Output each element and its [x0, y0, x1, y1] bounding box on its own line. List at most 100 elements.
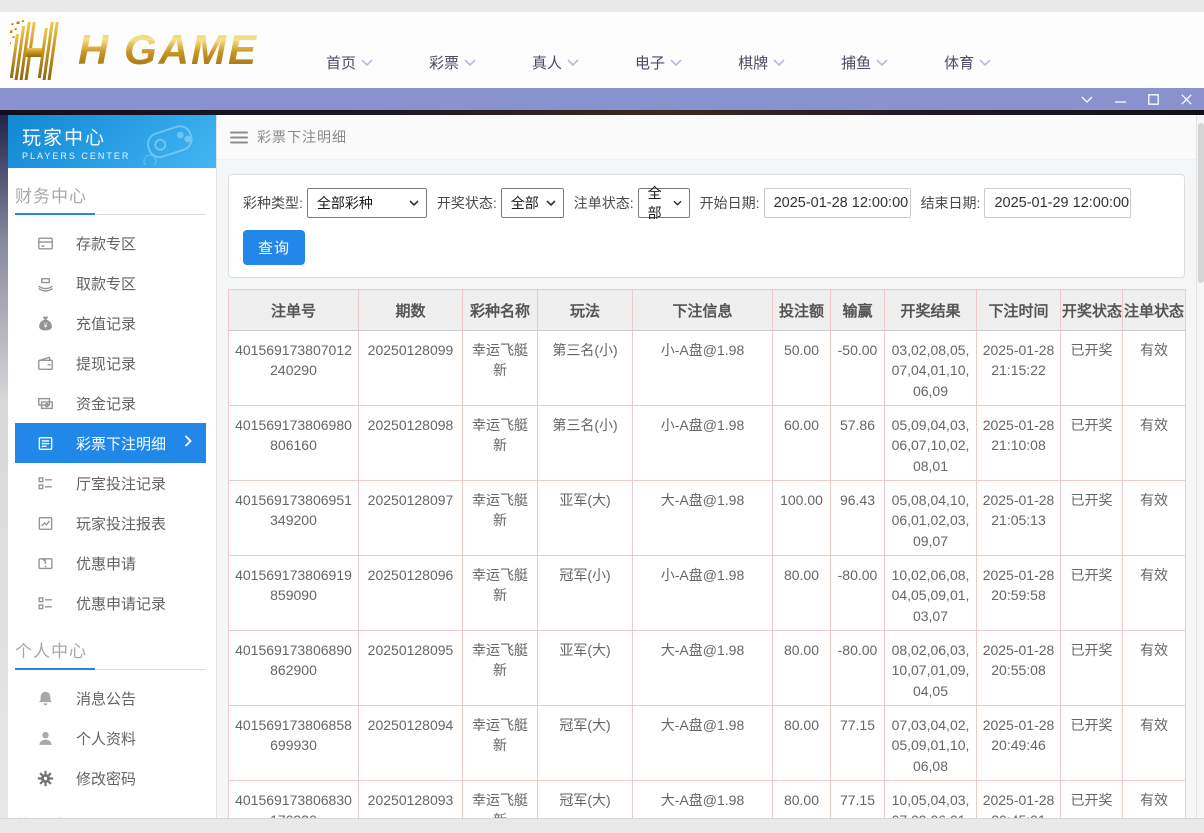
cell-玩法: 第三名(小)	[538, 331, 633, 406]
window-minimize-icon[interactable]	[1115, 94, 1126, 105]
section-divider	[15, 214, 206, 215]
nav-item-label: 电子	[635, 52, 665, 73]
start-date-input[interactable]: 2025-01-28 12:00:00	[764, 188, 911, 218]
chevron-down-icon	[876, 59, 888, 66]
sidebar-item-label: 取款专区	[76, 273, 136, 294]
sidebar-item-玩家投注报表[interactable]: 玩家投注报表	[15, 503, 206, 543]
cell-期数: 20250128096	[359, 556, 463, 631]
sidebar-item-label: 充值记录	[76, 313, 136, 334]
cell-开奖状态: 已开奖	[1061, 406, 1123, 481]
nav-item-label: 真人	[532, 52, 562, 73]
chevron-down-icon	[567, 59, 579, 66]
nav-item-label: 彩票	[429, 52, 459, 73]
cell-期数: 20250128097	[359, 481, 463, 556]
lottery-type-label: 彩种类型:	[243, 193, 303, 213]
cell-注单状态: 有效	[1123, 706, 1186, 781]
cell-注单号: 401569173806919859090	[229, 556, 359, 631]
chevron-down-icon	[670, 59, 682, 66]
sidebar-item-消息公告[interactable]: 消息公告	[15, 678, 206, 718]
column-header-输赢: 输赢	[831, 290, 885, 331]
chevron-down-icon	[409, 200, 419, 206]
column-header-彩种名称: 彩种名称	[463, 290, 538, 331]
sidebar-item-厅室投注记录[interactable]: 厅室投注记录	[15, 463, 206, 503]
end-date-input[interactable]: 2025-01-29 12:00:00	[984, 188, 1131, 218]
sidebar-item-彩票下注明细[interactable]: 彩票下注明细	[15, 423, 206, 463]
sidebar-item-修改密码[interactable]: 修改密码	[15, 758, 206, 798]
sidebar-item-取款专区[interactable]: 取款专区	[15, 263, 206, 303]
logo-text: H GAME	[78, 26, 258, 74]
cell-玩法: 冠军(小)	[538, 556, 633, 631]
breadcrumb: 彩票下注明细	[217, 115, 1196, 160]
order-status-select[interactable]: 全部	[638, 188, 690, 218]
draw-status-value: 全部	[511, 193, 539, 213]
cell-注单状态: 有效	[1123, 556, 1186, 631]
cell-注单号: 401569173806980806160	[229, 406, 359, 481]
scrollbar-thumb[interactable]	[1198, 123, 1204, 283]
sidebar-item-提现记录[interactable]: 提现记录	[15, 343, 206, 383]
profile-person-icon	[37, 730, 54, 747]
filter-panel: 彩种类型: 全部彩种 开奖状态: 全部 注单状态: 全部 开始日期: 2025-…	[228, 174, 1185, 278]
window-maximize-icon[interactable]	[1148, 94, 1159, 105]
nav-item-真人[interactable]: 真人	[532, 52, 579, 73]
window-titlebar	[0, 88, 1204, 110]
window-close-icon[interactable]	[1181, 94, 1192, 105]
window-chevron-down-icon[interactable]	[1081, 96, 1093, 103]
cell-投注额: 80.00	[773, 631, 831, 706]
cell-彩种名称: 幸运飞艇新	[463, 631, 538, 706]
withdraw-hand-icon	[37, 275, 54, 292]
cell-注单状态: 有效	[1123, 631, 1186, 706]
sidebar-section-title: 个人中心	[8, 623, 216, 669]
draw-status-select[interactable]: 全部	[501, 188, 564, 218]
hall-bet-record-icon	[37, 475, 54, 492]
cell-玩法: 亚军(大)	[538, 481, 633, 556]
password-gear-icon	[37, 770, 54, 787]
cell-彩种名称: 幸运飞艇新	[463, 331, 538, 406]
nav-item-棋牌[interactable]: 棋牌	[738, 52, 785, 73]
start-date-label: 开始日期:	[700, 193, 760, 213]
lottery-type-select[interactable]: 全部彩种	[307, 188, 427, 218]
nav-item-彩票[interactable]: 彩票	[429, 52, 476, 73]
nav-item-首页[interactable]: 首页	[326, 52, 373, 73]
notice-bell-icon	[37, 690, 54, 707]
nav-item-label: 棋牌	[738, 52, 768, 73]
promo-ticket-icon	[37, 555, 54, 572]
app-window: H GAME 首页彩票真人电子棋牌捕鱼体育 玩家中心 PLAYERS CENTE…	[0, 0, 1204, 833]
vertical-scrollbar[interactable]	[1196, 115, 1204, 833]
sidebar-item-label: 玩家投注报表	[76, 513, 166, 534]
sidebar-item-充值记录[interactable]: ¥充值记录	[15, 303, 206, 343]
sidebar-item-label: 优惠申请记录	[76, 593, 166, 614]
cell-投注额: 80.00	[773, 556, 831, 631]
sidebar-item-优惠申请[interactable]: 优惠申请	[15, 543, 206, 583]
draw-status-label: 开奖状态:	[437, 193, 497, 213]
cell-输赢: -80.00	[831, 556, 885, 631]
cell-输赢: 77.15	[831, 706, 885, 781]
nav-item-电子[interactable]: 电子	[635, 52, 682, 73]
cell-注单号: 401569173806858699930	[229, 706, 359, 781]
column-header-下注时间: 下注时间	[977, 290, 1061, 331]
lottery-type-value: 全部彩种	[317, 193, 373, 213]
nav-item-体育[interactable]: 体育	[944, 52, 991, 73]
sidebar-item-label: 优惠申请	[76, 553, 136, 574]
sidebar-item-个人资料[interactable]: 个人资料	[15, 718, 206, 758]
cell-下注时间: 2025-01-28 20:49:46	[977, 706, 1061, 781]
chevron-down-icon	[464, 59, 476, 66]
sidebar-item-存款专区[interactable]: 存款专区	[15, 223, 206, 263]
cell-投注额: 60.00	[773, 406, 831, 481]
cell-输赢: -80.00	[831, 631, 885, 706]
sidebar-item-优惠申请记录[interactable]: 优惠申请记录	[15, 583, 206, 623]
cell-下注时间: 2025-01-28 21:05:13	[977, 481, 1061, 556]
hamburger-menu-icon[interactable]	[230, 131, 248, 144]
column-header-注单状态: 注单状态	[1123, 290, 1186, 331]
promo-record-icon	[37, 595, 54, 612]
table-row: 40156917380689086290020250128095幸运飞艇新亚军(…	[229, 631, 1186, 706]
cell-下注信息: 小-A盘@1.98	[633, 406, 773, 481]
sidebar-item-label: 消息公告	[76, 688, 136, 709]
cell-开奖状态: 已开奖	[1061, 481, 1123, 556]
sidebar-item-资金记录[interactable]: 资金记录	[15, 383, 206, 423]
chevron-down-icon	[673, 200, 682, 206]
search-button[interactable]: 查询	[243, 230, 305, 265]
cell-输赢: -50.00	[831, 331, 885, 406]
main-content: 彩票下注明细 彩种类型: 全部彩种 开奖状态: 全部 注单状态: 全部	[217, 115, 1196, 833]
nav-item-捕鱼[interactable]: 捕鱼	[841, 52, 888, 73]
cell-注单状态: 有效	[1123, 406, 1186, 481]
